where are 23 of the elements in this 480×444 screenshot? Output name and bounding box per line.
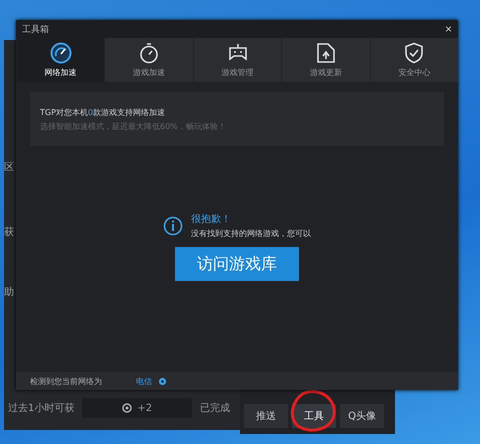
side-label: 获: [4, 226, 14, 239]
network-name: 电信: [136, 376, 152, 386]
notice-subtitle: 选择智能加速模式，延迟最大降低60%，畅玩体验！: [40, 120, 227, 132]
notice-text: TGP对您本机0款游戏支持网络加速: [40, 106, 166, 118]
folder-icon: [314, 42, 337, 64]
tab[interactable]: 网络加速: [16, 38, 104, 82]
network-label: 检测到您当前网络为: [30, 376, 103, 386]
shield-icon: [403, 42, 426, 64]
stopwatch-icon: [138, 42, 160, 64]
close-button[interactable]: ×: [444, 22, 452, 36]
game-library-button[interactable]: 访问游戏库: [175, 247, 299, 281]
status-text: 已完成: [200, 402, 230, 415]
toolbar-button[interactable]: 推送: [244, 404, 288, 428]
empty-message: 没有找到支持的网络游戏，您可以: [191, 228, 311, 239]
side-label: 区: [4, 161, 14, 174]
toolbar-button[interactable]: Q头像: [340, 404, 384, 428]
empty-title: 很抱歉！: [191, 213, 232, 226]
reward-label: 过去1小时可获: [8, 402, 74, 415]
reward-value: +2: [137, 402, 152, 414]
speedometer-icon: [50, 42, 72, 64]
info-icon: [163, 216, 183, 236]
window-title: 工具箱: [22, 24, 49, 36]
side-label: 助: [4, 286, 14, 299]
